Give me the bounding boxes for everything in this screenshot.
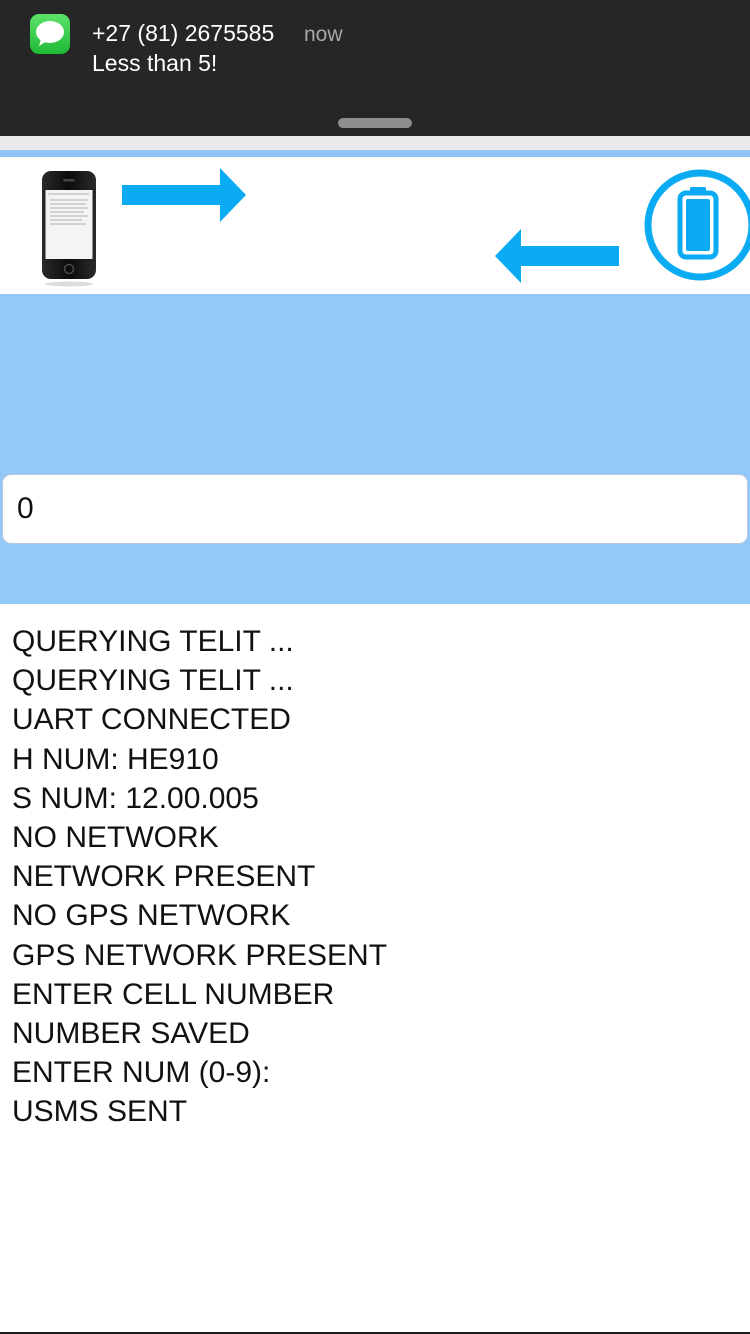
arrow-left-icon: [495, 229, 619, 283]
status-header: [0, 157, 750, 294]
notification-time: now: [304, 23, 343, 46]
divider: [0, 150, 750, 157]
log-line: NO GPS NETWORK: [12, 899, 291, 933]
messages-icon: [30, 14, 70, 54]
notification-banner[interactable]: +27 (81) 2675585 now Less than 5!: [0, 0, 750, 136]
log-line: ENTER CELL NUMBER: [12, 977, 335, 1011]
log-line: QUERYING TELIT ...: [12, 664, 294, 698]
battery-icon[interactable]: [640, 167, 750, 283]
log-line: H NUM: HE910: [12, 742, 219, 776]
log-line: QUERYING TELIT ...: [12, 625, 294, 658]
log-line: NETWORK PRESENT: [12, 860, 316, 894]
log-line: ENTER NUM (0-9):: [12, 1056, 271, 1090]
phone-icon: [42, 171, 96, 287]
log-line: USMS SENT: [12, 1095, 188, 1129]
log-line: GPS NETWORK PRESENT: [12, 938, 388, 972]
notification-sender: +27 (81) 2675585: [92, 20, 275, 46]
arrow-right-icon: [122, 168, 246, 222]
app-screen: +27 (81) 2675585 now Less than 5! 0 QUER…: [0, 0, 750, 1334]
input-panel: [0, 294, 750, 604]
log-line: S NUM: 12.00.005: [12, 781, 259, 815]
log-line: NO NETWORK: [12, 821, 219, 855]
notification-message: Less than 5!: [92, 50, 218, 76]
log-line: UART CONNECTED: [12, 703, 291, 737]
number-input[interactable]: [2, 474, 748, 544]
notification-grabber[interactable]: [338, 118, 412, 128]
log-output: QUERYING TELIT ... QUERYING TELIT ... UART…: [12, 622, 742, 1132]
log-line: NUMBER SAVED: [12, 1017, 250, 1051]
